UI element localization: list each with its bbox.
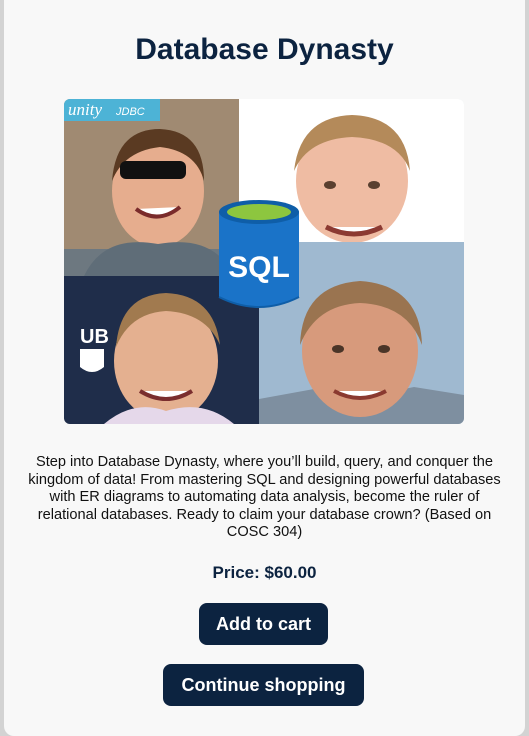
add-to-cart-button[interactable]: Add to cart	[199, 603, 328, 645]
product-title: Database Dynasty	[135, 33, 394, 66]
sql-database-icon: SQL	[218, 200, 300, 308]
product-collage: unity JDBC UB SQL	[64, 99, 464, 424]
logo-text: unity	[68, 100, 102, 119]
crest-icon	[80, 349, 104, 372]
logo-suffix: JDBC	[115, 106, 145, 118]
product-image: unity JDBC UB SQL	[64, 99, 464, 424]
product-description: Step into Database Dynasty, where you’ll…	[28, 454, 501, 540]
sunglasses-icon	[120, 161, 186, 179]
continue-shopping-button[interactable]: Continue shopping	[163, 664, 364, 706]
product-price: Price: $60.00	[212, 563, 317, 582]
product-card: Database Dynasty unity JDBC UB SQL Step …	[4, 0, 525, 736]
sql-badge-label: SQL	[228, 251, 290, 284]
ubc-crest-text: UB	[80, 326, 109, 348]
